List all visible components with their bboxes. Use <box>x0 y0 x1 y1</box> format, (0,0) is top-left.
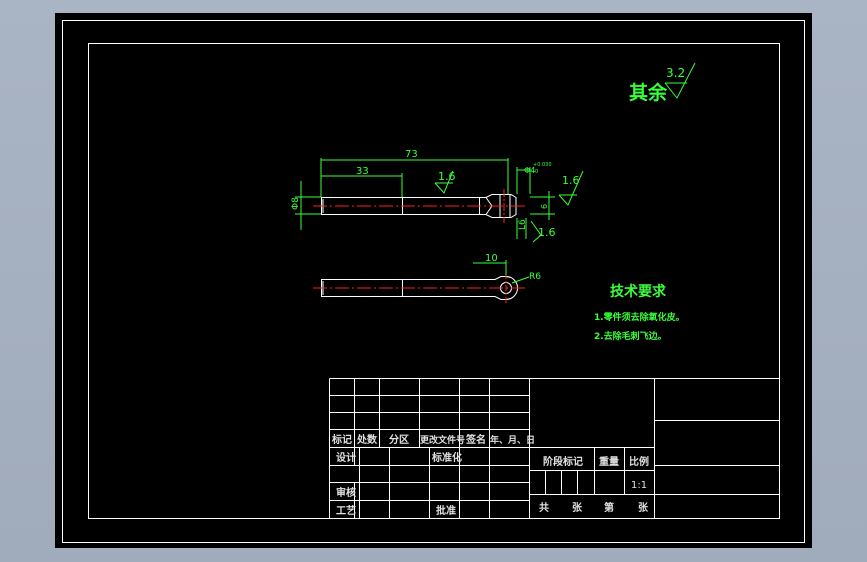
tb-count-label: 处数 <box>356 433 378 446</box>
roughness-right-value: 1.6 <box>562 174 580 187</box>
tb-designer-label: 设计 <box>336 451 356 464</box>
tb-approve-label: 批准 <box>436 504 456 517</box>
tb-zone-label: 分区 <box>389 433 409 446</box>
dim-end-offset: 10 <box>485 253 498 264</box>
tb-change-doc-label: 更改文件号 <box>420 434 465 446</box>
dim-tip-length: L6 <box>518 219 528 230</box>
drawing-canvas: 其余 3.2 73 33 Φ8 Φ4 +0.030 0 L6 6 1.6 1.6… <box>62 20 805 543</box>
tb-process-label: 工艺 <box>336 504 356 517</box>
tb-sheet-unit-label: 张 <box>572 501 583 514</box>
dim-shank-length: 33 <box>356 166 369 177</box>
title-block <box>329 378 779 518</box>
sheet-outer-border <box>62 20 805 543</box>
tb-standardize-label: 标准化 <box>431 451 462 464</box>
tech-req-item-2: 2.去除毛刺飞边。 <box>594 330 667 342</box>
tb-signature-label: 签名 <box>465 433 486 446</box>
general-roughness-label: 其余 <box>629 81 668 104</box>
tech-req-title: 技术要求 <box>610 283 667 300</box>
tb-date-label: 年、月、日 <box>490 434 535 446</box>
dim-overall-length: 73 <box>405 149 418 160</box>
roughness-lower-value: 1.6 <box>538 226 556 239</box>
general-roughness-symbol: 其余 3.2 <box>629 62 696 104</box>
dim-bore-tol-upper: +0.030 <box>533 162 552 168</box>
dim-end-width: 6 <box>540 204 549 209</box>
front-view-dimension-text: 73 33 Φ8 Φ4 +0.030 0 L6 6 1.6 1.6 1.6 <box>291 149 580 239</box>
tech-req-item-1: 1.零件须去除氧化皮。 <box>594 311 685 323</box>
tb-weight-label: 重量 <box>599 455 619 468</box>
general-roughness-value: 3.2 <box>666 66 685 80</box>
dim-bore-tol-lower: 0 <box>535 169 538 175</box>
dim-end-radius: R6 <box>529 272 541 282</box>
tb-scale-label: 比例 <box>629 455 649 468</box>
roughness-upper-value: 1.6 <box>438 170 456 183</box>
tb-scale-value: 1:1 <box>631 480 647 491</box>
tb-review-label: 审核 <box>336 486 356 499</box>
tb-stage-mark-label: 阶段标记 <box>543 455 583 468</box>
front-view <box>313 189 525 223</box>
dim-shank-diameter: Φ8 <box>291 197 301 210</box>
tb-sheet-total-label: 共 <box>539 501 549 514</box>
tb-sheet-unit2-label: 张 <box>638 501 649 514</box>
top-view <box>313 273 525 303</box>
technical-requirements: 技术要求 1.零件须去除氧化皮。 2.去除毛刺飞边。 <box>594 283 685 342</box>
tb-mark-label: 标记 <box>331 433 352 446</box>
cad-viewport[interactable]: 其余 3.2 73 33 Φ8 Φ4 +0.030 0 L6 6 1.6 1.6… <box>0 0 867 562</box>
tb-sheet-no-label: 第 <box>604 501 614 514</box>
drawing-sheet: 其余 3.2 73 33 Φ8 Φ4 +0.030 0 L6 6 1.6 1.6… <box>55 13 812 548</box>
